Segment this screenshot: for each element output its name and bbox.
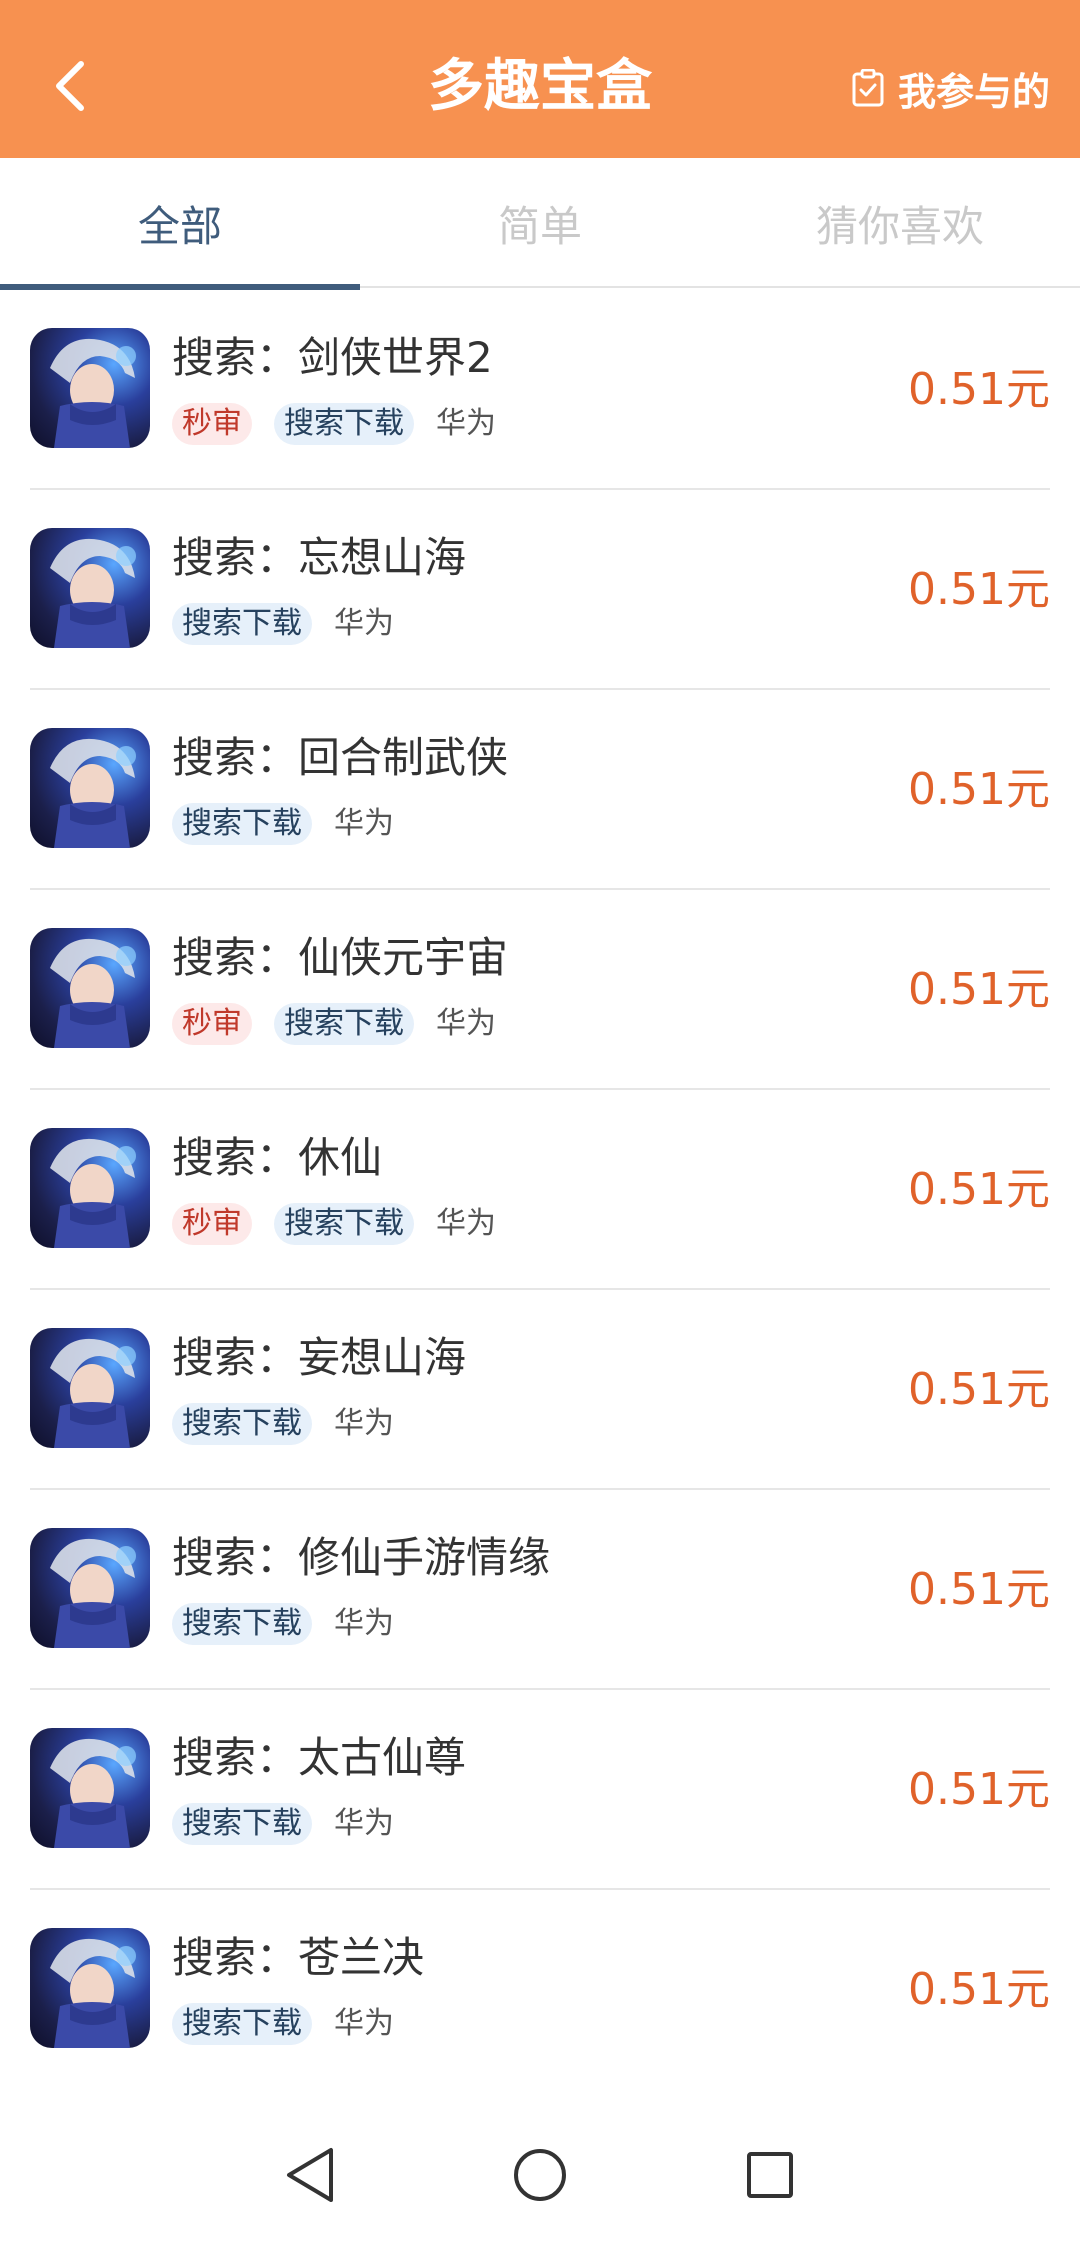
app-header: 多趣宝盒 我参与的 xyxy=(0,0,1080,158)
task-tags: 搜索下载 华为 xyxy=(172,1602,394,1646)
tab-simple[interactable]: 简单 xyxy=(360,158,720,288)
task-price: 0.51元 xyxy=(908,764,1050,815)
task-price: 0.51元 xyxy=(908,1964,1050,2015)
task-item[interactable]: 搜索：修仙手游情缘 搜索下载 华为 0.51元 xyxy=(0,1490,1080,1690)
store-label: 华为 xyxy=(334,1406,394,1441)
task-tags: 搜索下载 华为 xyxy=(172,1802,394,1846)
game-icon xyxy=(30,528,150,648)
store-label: 华为 xyxy=(334,1606,394,1641)
task-tags: 搜索下载 华为 xyxy=(172,1402,394,1446)
task-price: 0.51元 xyxy=(908,1164,1050,1215)
store-label: 华为 xyxy=(436,406,496,441)
game-icon xyxy=(30,928,150,1048)
store-label: 华为 xyxy=(334,1806,394,1841)
my-participation-label: 我参与的 xyxy=(897,69,1050,114)
store-label: 华为 xyxy=(334,606,394,641)
search-download-badge: 搜索下载 xyxy=(172,1403,312,1445)
fast-review-badge: 秒审 xyxy=(172,403,252,445)
task-price: 0.51元 xyxy=(908,364,1050,415)
nav-recent-button[interactable] xyxy=(730,2135,810,2215)
search-download-badge: 搜索下载 xyxy=(172,803,312,845)
task-title: 搜索：太古仙尊 xyxy=(172,1733,467,1782)
game-icon xyxy=(30,328,150,448)
game-icon xyxy=(30,1928,150,2048)
task-item[interactable]: 搜索：仙侠元宇宙 秒审 搜索下载 华为 0.51元 xyxy=(0,890,1080,1090)
task-item[interactable]: 搜索：太古仙尊 搜索下载 华为 0.51元 xyxy=(0,1690,1080,1890)
store-label: 华为 xyxy=(436,1206,496,1241)
fast-review-badge: 秒审 xyxy=(172,1203,252,1245)
search-download-badge: 搜索下载 xyxy=(274,1003,414,1045)
task-tags: 秒审 搜索下载 华为 xyxy=(172,402,496,446)
task-title: 搜索：妄想山海 xyxy=(172,1333,467,1382)
task-title: 搜索：修仙手游情缘 xyxy=(172,1533,551,1582)
tab-guess-you-like[interactable]: 猜你喜欢 xyxy=(720,158,1080,288)
tab-all[interactable]: 全部 xyxy=(0,158,360,290)
game-icon xyxy=(30,1128,150,1248)
task-item[interactable]: 搜索：休仙 秒审 搜索下载 华为 0.51元 xyxy=(0,1090,1080,1290)
search-download-badge: 搜索下载 xyxy=(274,403,414,445)
task-price: 0.51元 xyxy=(908,964,1050,1015)
fast-review-badge: 秒审 xyxy=(172,1003,252,1045)
system-nav-bar xyxy=(0,2085,1080,2245)
square-recent-icon xyxy=(747,2152,793,2198)
task-title: 搜索：苍兰决 xyxy=(172,1933,425,1982)
task-title: 搜索：忘想山海 xyxy=(172,533,467,582)
triangle-back-icon xyxy=(287,2148,333,2202)
search-download-badge: 搜索下载 xyxy=(274,1203,414,1245)
game-icon xyxy=(30,1728,150,1848)
task-price: 0.51元 xyxy=(908,564,1050,615)
task-tags: 搜索下载 华为 xyxy=(172,802,394,846)
task-tags: 搜索下载 华为 xyxy=(172,602,394,646)
nav-back-button[interactable] xyxy=(270,2135,350,2215)
task-tags: 秒审 搜索下载 华为 xyxy=(172,1202,496,1246)
task-item[interactable]: 搜索：苍兰决 搜索下载 华为 0.51元 xyxy=(0,1890,1080,2090)
task-tags: 秒审 搜索下载 华为 xyxy=(172,1002,496,1046)
task-price: 0.51元 xyxy=(908,1764,1050,1815)
search-download-badge: 搜索下载 xyxy=(172,1603,312,1645)
circle-home-icon xyxy=(514,2149,566,2201)
game-icon xyxy=(30,728,150,848)
search-download-badge: 搜索下载 xyxy=(172,603,312,645)
task-title: 搜索：仙侠元宇宙 xyxy=(172,933,509,982)
task-item[interactable]: 搜索：回合制武侠 搜索下载 华为 0.51元 xyxy=(0,690,1080,890)
nav-home-button[interactable] xyxy=(500,2135,580,2215)
task-title: 搜索：剑侠世界2 xyxy=(172,333,493,382)
search-download-badge: 搜索下载 xyxy=(172,2003,312,2045)
task-item[interactable]: 搜索：剑侠世界2 秒审 搜索下载 华为 0.51元 xyxy=(0,290,1080,490)
store-label: 华为 xyxy=(334,2006,394,2041)
game-icon xyxy=(30,1328,150,1448)
task-title: 搜索：休仙 xyxy=(172,1133,383,1182)
task-title: 搜索：回合制武侠 xyxy=(172,733,509,782)
store-label: 华为 xyxy=(334,806,394,841)
task-tags: 搜索下载 华为 xyxy=(172,2002,394,2046)
search-download-badge: 搜索下载 xyxy=(172,1803,312,1845)
task-price: 0.51元 xyxy=(908,1564,1050,1615)
task-price: 0.51元 xyxy=(908,1364,1050,1415)
tab-bar: 全部 简单 猜你喜欢 xyxy=(0,158,1080,290)
task-item[interactable]: 搜索：妄想山海 搜索下载 华为 0.51元 xyxy=(0,1290,1080,1490)
task-item[interactable]: 搜索：忘想山海 搜索下载 华为 0.51元 xyxy=(0,490,1080,690)
game-icon xyxy=(30,1528,150,1648)
clipboard-check-icon xyxy=(852,69,884,107)
my-participation-button[interactable]: 我参与的 xyxy=(852,58,1050,118)
task-list: 搜索：剑侠世界2 秒审 搜索下载 华为 0.51元 搜索：忘想山海 搜索下载 华为 0… xyxy=(0,290,1080,2090)
store-label: 华为 xyxy=(436,1006,496,1041)
